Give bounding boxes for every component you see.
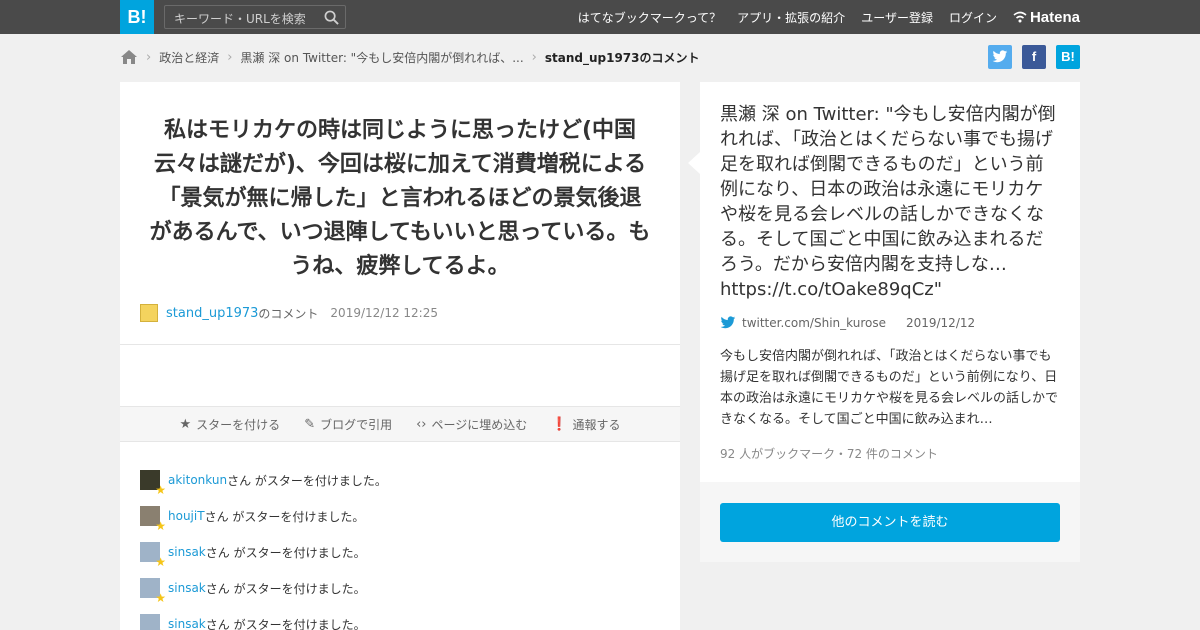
star-message: さん がスターを付けました。	[205, 617, 366, 630]
star-icon: ★	[155, 591, 166, 605]
nav-about[interactable]: はてなブックマークって？	[578, 9, 721, 26]
add-star-label: スターを付ける	[196, 417, 281, 432]
avatar[interactable]: ★	[140, 542, 166, 568]
search-input[interactable]: キーワード・URLを検索	[174, 10, 306, 27]
hatena-link[interactable]: Hatena	[1013, 9, 1080, 26]
add-star-button[interactable]: ★ スターを付ける	[180, 416, 281, 433]
entry-footer: 他のコメントを読む	[700, 482, 1080, 562]
twitter-share-button[interactable]	[988, 45, 1012, 69]
avatar[interactable]: ★	[140, 506, 166, 532]
breadcrumb-category[interactable]: 政治と経済	[159, 49, 219, 66]
avatar[interactable]: ★	[140, 470, 166, 496]
chevron-right-icon: ›	[227, 49, 233, 65]
star-message: さん がスターを付けました。	[205, 545, 366, 560]
action-bar: ★ スターを付ける ✎ ブログで引用 ‹› ページに埋め込む ❗ 通報する	[120, 406, 680, 442]
twitter-icon	[992, 50, 1008, 63]
star-user-link[interactable]: houjiT	[168, 509, 205, 523]
comment-user-suffix: のコメント	[258, 306, 319, 321]
star-message: さん がスターを付けました。	[204, 509, 365, 524]
report-label: 通報する	[572, 417, 621, 432]
entry-source[interactable]: twitter.com/Shin_kurose	[742, 316, 886, 330]
entry-title[interactable]: 黒瀬 深 on Twitter: "今もし安倍内閣が倒れれば、「政治とはくだらな…	[700, 82, 1080, 302]
list-item: ★ sinsak さん がスターを付けました。	[140, 606, 387, 630]
entry-meta: twitter.com/Shin_kurose 2019/12/12	[720, 316, 975, 330]
star-icon: ★	[155, 483, 166, 497]
list-item: ★ sinsak さん がスターを付けました。	[140, 534, 387, 570]
entry-date: 2019/12/12	[905, 316, 976, 330]
panel-pointer	[688, 152, 700, 174]
star-user-link[interactable]: sinsak	[168, 617, 206, 630]
star-message: さん がスターを付けました。	[227, 473, 387, 488]
top-nav: はてなブックマークって？ アプリ・拡張の紹介 ユーザー登録 ログイン Haten…	[562, 0, 1080, 34]
chevron-right-icon: ›	[531, 49, 537, 65]
hatena-label: Hatena	[1029, 8, 1080, 26]
star-icon: ★	[155, 519, 166, 533]
comment-user-link[interactable]: stand_up1973	[166, 306, 258, 321]
list-item: ★ sinsak さん がスターを付けました。	[140, 570, 387, 606]
home-icon[interactable]	[120, 49, 138, 65]
report-button[interactable]: ❗ 通報する	[551, 416, 620, 433]
star-message: さん がスターを付けました。	[205, 581, 366, 596]
star-list: ★ akitonkun さん がスターを付けました。 ★ houjiT さん が…	[140, 462, 387, 630]
avatar[interactable]	[140, 304, 158, 322]
hatena-signal-icon	[1013, 11, 1027, 23]
comment-date[interactable]: 2019/12/12 12:25	[330, 306, 438, 320]
comment-text: 私はモリカケの時は同じように思ったけど(中国云々は謎だが)、今回は桜に加えて消費…	[149, 118, 651, 279]
list-item: ★ akitonkun さん がスターを付けました。	[140, 462, 387, 498]
share-buttons: f B!	[978, 45, 1080, 69]
hatebu-logo[interactable]: B!	[120, 0, 154, 34]
embed-label: ページに埋め込む	[431, 417, 528, 432]
star-user-link[interactable]: sinsak	[168, 545, 206, 559]
nav-register[interactable]: ユーザー登録	[861, 9, 933, 26]
hatebu-share-button[interactable]: B!	[1056, 45, 1080, 69]
entry-counts[interactable]: 92 人がブックマーク・72 件のコメント	[720, 445, 938, 462]
breadcrumb-entry[interactable]: 黒瀬 深 on Twitter: "今もし安倍内閣が倒れれば、...	[240, 49, 523, 66]
entry-summary: 今もし安倍内閣が倒れれば、「政治とはくだらない事でも揚げ足を取れば倒閣できるもの…	[720, 349, 1059, 427]
comment-meta: stand_up1973 のコメント 2019/12/12 12:25	[140, 304, 438, 322]
comment-panel: 私はモリカケの時は同じように思ったけど(中国云々は謎だが)、今回は桜に加えて消費…	[120, 82, 680, 630]
search-icon[interactable]	[324, 10, 339, 25]
blog-quote-button[interactable]: ✎ ブログで引用	[304, 416, 392, 433]
pencil-icon: ✎	[304, 416, 316, 432]
chevron-right-icon: ›	[146, 49, 152, 65]
top-bar: B! キーワード・URLを検索 はてなブックマークって？ アプリ・拡張の紹介 ユ…	[0, 0, 1200, 34]
code-icon: ‹›	[416, 416, 427, 432]
star-user-link[interactable]: akitonkun	[168, 473, 227, 487]
star-user-link[interactable]: sinsak	[168, 581, 206, 595]
divider	[120, 344, 680, 345]
embed-button[interactable]: ‹› ページに埋め込む	[416, 416, 527, 433]
list-item: ★ houjiT さん がスターを付けました。	[140, 498, 387, 534]
breadcrumb-current: stand_up1973のコメント	[544, 50, 700, 65]
alert-icon: ❗	[551, 416, 568, 432]
breadcrumb: › 政治と経済 › 黒瀬 深 on Twitter: "今もし安倍内閣が倒れれば…	[120, 46, 700, 68]
nav-apps[interactable]: アプリ・拡張の紹介	[737, 9, 845, 26]
avatar[interactable]: ★	[140, 578, 166, 604]
star-icon: ★	[155, 555, 166, 569]
blog-quote-label: ブログで引用	[320, 417, 393, 432]
nav-login[interactable]: ログイン	[949, 9, 997, 26]
star-icon: ★	[179, 416, 192, 432]
avatar[interactable]: ★	[140, 614, 166, 630]
search-box[interactable]: キーワード・URLを検索	[164, 5, 346, 29]
entry-panel: 黒瀬 深 on Twitter: "今もし安倍内閣が倒れれば、「政治とはくだらな…	[700, 82, 1080, 482]
facebook-share-button[interactable]: f	[1022, 45, 1046, 69]
twitter-icon	[720, 316, 736, 329]
read-more-comments-button[interactable]: 他のコメントを読む	[720, 503, 1060, 542]
